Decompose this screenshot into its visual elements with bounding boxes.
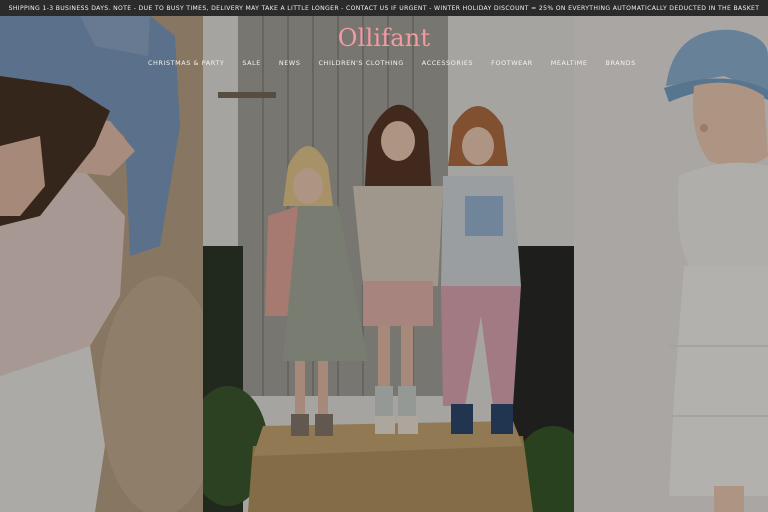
nav-item-brands[interactable]: Brands: [606, 59, 636, 67]
photo-girl-in-denim-hat-icon: [574, 16, 768, 512]
nav-item-sale[interactable]: Sale: [242, 59, 261, 67]
nav-item-accessories[interactable]: Accessories: [422, 59, 473, 67]
nav-item-footwear[interactable]: Footwear: [491, 59, 533, 67]
site-logo[interactable]: Ollifant: [0, 24, 768, 52]
logo-text[interactable]: Ollifant: [338, 24, 431, 52]
main-navigation: Christmas & Party Sale News Children's c…: [148, 59, 654, 67]
hero-photo-left[interactable]: [0, 16, 203, 512]
nav-item-mealtime[interactable]: Mealtime: [551, 59, 588, 67]
photo-three-girls-on-hay-bale-icon: [203, 16, 574, 512]
hero-banner[interactable]: [0, 16, 768, 512]
nav-item-christmas-party[interactable]: Christmas & Party: [148, 59, 224, 67]
nav-item-childrens-clothing[interactable]: Children's clothing: [318, 59, 403, 67]
announcement-text: Shipping 1-3 business days. Note - due t…: [8, 4, 760, 12]
hero-photo-center[interactable]: [203, 16, 574, 512]
site-header: Ollifant Christmas & Party Sale News Chi…: [0, 16, 768, 78]
nav-item-news[interactable]: News: [279, 59, 301, 67]
hero-photo-right[interactable]: [574, 16, 768, 512]
announcement-bar: Shipping 1-3 business days. Note - due t…: [0, 0, 768, 16]
photo-girl-lying-on-sand-icon: [0, 16, 203, 512]
